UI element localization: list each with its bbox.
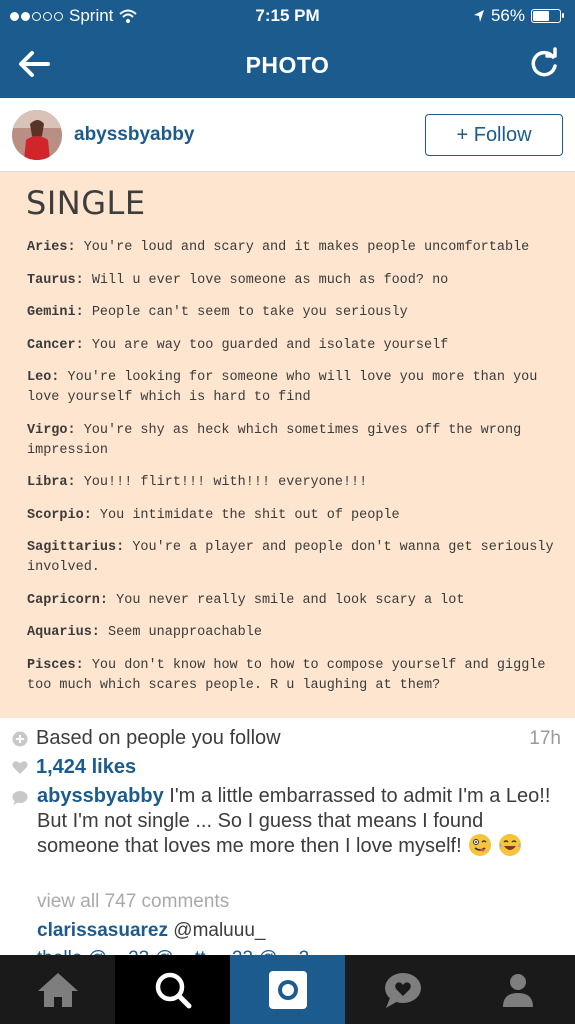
zodiac-sign: Cancer: [27,337,84,353]
view-all-comments-link[interactable]: view all 747 comments [37,891,229,913]
heart-icon [12,761,28,774]
zodiac-sign: Aquarius: [27,625,100,640]
zodiac-description: Will u ever love someone as much as food… [83,272,449,288]
follow-button[interactable]: + Follow [425,114,563,156]
follow-label: + Follow [456,123,532,146]
zodiac-description: You're shy as heck which sometimes gives… [27,422,522,458]
zodiac-entry: Pisces: You don't know how to how to com… [27,656,557,696]
status-bar: Sprint 7:15 PM 56% [0,0,575,32]
top-bar: Sprint 7:15 PM 56% PHOTO [0,0,575,98]
profile-icon [502,973,533,1007]
avatar[interactable] [12,110,62,160]
zodiac-entry: Taurus: Will u ever love someone as much… [27,271,557,291]
zodiac-sign: Taurus: [27,272,84,288]
zodiac-sign: Scorpio: [27,507,92,523]
zodiac-sign: Gemini: [27,305,84,320]
activity-icon [384,972,421,1008]
post-header: abyssbyabby + Follow [0,98,575,172]
refresh-icon[interactable] [527,46,561,82]
zodiac-entry: Gemini: People can't seem to take you se… [27,303,557,323]
tab-bar [0,955,575,1024]
battery-icon [531,9,564,23]
tab-profile[interactable] [460,955,575,1024]
likes-count: 1,424 likes [36,756,137,778]
image-title: SINGLE [26,184,146,222]
zodiac-entry: Virgo: You're shy as heck which sometime… [27,421,557,461]
post-timestamp: 17h [529,728,561,749]
zodiac-description: You're looking for someone who will love… [27,370,538,405]
tab-home[interactable] [0,955,115,1024]
caption-username[interactable]: abyssbyabby [37,785,164,807]
suggestion-reason: Based on people you follow [12,727,281,750]
location-arrow-icon [473,10,484,22]
tears-of-joy-emoji-icon [498,834,521,856]
zodiac-description: You never really smile and look scary a … [108,592,465,608]
comment: clarissasuarez @maluuu_ [37,920,265,942]
zodiac-description: You don't know how to how to compose you… [27,657,546,693]
comment-username[interactable]: clarissasuarez [37,920,168,941]
zodiac-sign: Libra: [27,475,76,490]
zodiac-entry: Aquarius: Seem unapproachable [27,623,557,643]
zodiac-sign: Pisces: [27,657,84,673]
comment-text: @maluuu_ [168,920,266,941]
zodiac-entry: Capricorn: You never really smile and lo… [27,591,557,611]
zodiac-sign: Capricorn: [27,592,109,608]
zodiac-description: You are way too guarded and isolate your… [83,337,449,353]
zodiac-entry: Cancer: You are way too guarded and isol… [27,336,557,356]
comment-bubble-icon [12,791,28,805]
zodiac-description: You!!! flirt!!! with!!! everyone!!! [75,475,368,490]
zodiac-entry: Sagittarius: You're a player and people … [27,538,557,578]
zodiac-description: People can't seem to take you seriously [83,305,408,320]
zodiac-list: Aries: You're loud and scary and it make… [27,238,557,708]
post-username[interactable]: abyssbyabby [74,124,194,146]
zodiac-description: Seem unapproachable [99,625,262,640]
winking-tongue-emoji-icon [469,834,492,856]
zodiac-sign: Leo: [27,370,60,385]
camera-icon [268,970,307,1009]
post-image[interactable]: SINGLE Aries: You're loud and scary and … [0,172,575,718]
tab-camera[interactable] [230,955,345,1024]
zodiac-sign: Sagittarius: [27,540,125,555]
zodiac-description: You intimidate the shit out of people [91,507,400,523]
battery-percent: 56% [490,6,525,25]
zodiac-entry: Scorpio: You intimidate the shit out of … [27,506,557,526]
tab-activity[interactable] [345,955,460,1024]
page-title: PHOTO [245,52,330,78]
zodiac-sign: Aries: [27,240,76,255]
likes-row[interactable]: 1,424 likes [12,756,136,779]
search-icon [155,972,191,1008]
zodiac-entry: Leo: You're looking for someone who will… [27,368,557,408]
zodiac-sign: Virgo: [27,422,76,438]
battery-info: 56% [473,6,564,26]
zodiac-entry: Libra: You!!! flirt!!! with!!! everyone!… [27,473,557,493]
plus-circle-icon [12,731,28,746]
post-caption: abyssbyabby I'm a little embarrassed to … [37,784,559,859]
home-icon [37,972,78,1007]
zodiac-description: You're loud and scary and it makes peopl… [75,240,530,255]
zodiac-entry: Aries: You're loud and scary and it make… [27,238,557,258]
based-on-text: Based on people you follow [36,727,281,749]
tab-search[interactable] [115,955,230,1024]
